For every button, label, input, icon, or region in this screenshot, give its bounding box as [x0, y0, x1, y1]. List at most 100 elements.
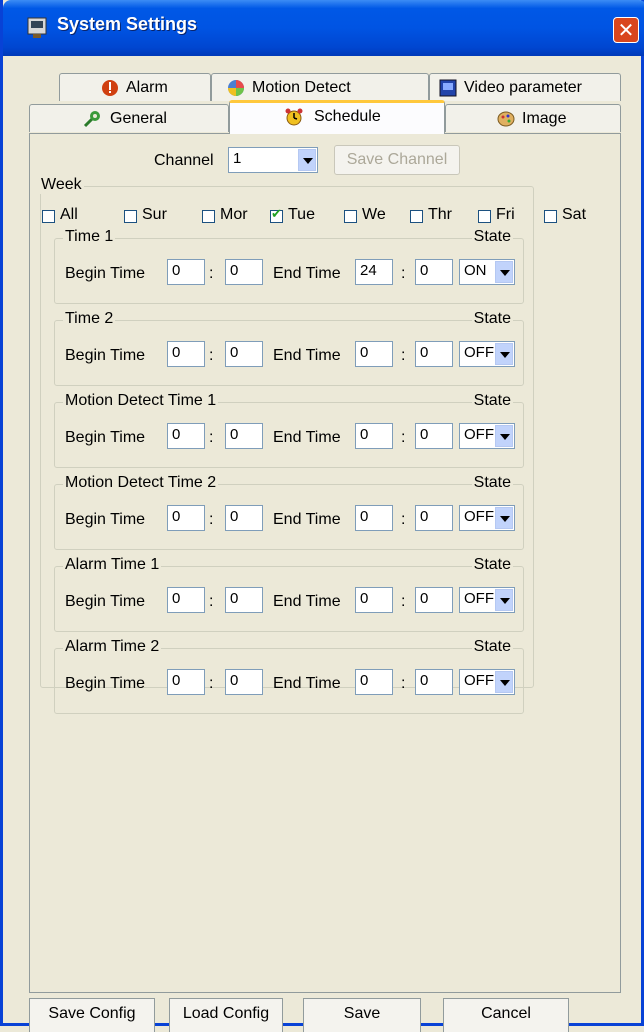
end-minute-input[interactable]: 0	[415, 341, 453, 367]
end-hour-input[interactable]: 0	[355, 505, 393, 531]
day-checkbox[interactable]	[42, 210, 55, 223]
day-checkbox-label: Thr	[428, 206, 452, 223]
tab-alarm-label: Alarm	[126, 79, 168, 96]
close-button[interactable]: ✕	[613, 17, 639, 43]
save-button[interactable]: Save	[303, 998, 421, 1032]
time-group: Alarm Time 2 State Begin Time 0:0 End Time 0:…	[54, 638, 524, 714]
tab-row-front: General Schedule Image	[29, 100, 621, 134]
begin-minute-input[interactable]: 0	[225, 259, 263, 285]
week-title: Week	[39, 176, 84, 194]
tab-schedule-label: Schedule	[314, 108, 381, 125]
state-select[interactable]: OFF	[459, 505, 515, 531]
day-checkbox[interactable]	[124, 210, 137, 223]
chevron-down-icon[interactable]	[495, 507, 513, 529]
window-title: System Settings	[57, 14, 198, 34]
end-minute-input[interactable]: 0	[415, 259, 453, 285]
end-time-label: End Time	[273, 429, 341, 446]
end-hour-input[interactable]: 0	[355, 341, 393, 367]
begin-minute-input[interactable]: 0	[225, 341, 263, 367]
chevron-down-icon[interactable]	[495, 343, 513, 365]
end-minute-input[interactable]: 0	[415, 505, 453, 531]
state-label: State	[471, 638, 513, 656]
state-value: OFF	[464, 508, 494, 525]
end-time-label: End Time	[273, 675, 341, 692]
colon-separator: :	[209, 675, 214, 692]
state-select[interactable]: OFF	[459, 341, 515, 367]
end-minute-input[interactable]: 0	[415, 669, 453, 695]
time-group-title: Time 1	[63, 228, 116, 246]
state-value: OFF	[464, 672, 494, 689]
chevron-down-icon[interactable]	[495, 671, 513, 693]
time-group-title: Alarm Time 2	[63, 638, 162, 656]
tab-general-label: General	[110, 110, 167, 127]
day-checkbox[interactable]	[478, 210, 491, 223]
end-hour-input[interactable]: 0	[355, 669, 393, 695]
begin-time-label: Begin Time	[65, 265, 146, 282]
end-time-label: End Time	[273, 265, 341, 282]
title-bar[interactable]: System Settings ✕	[3, 0, 644, 56]
begin-hour-input[interactable]: 0	[167, 259, 205, 285]
day-checkbox-label: All	[60, 206, 78, 223]
motion-detect-icon	[228, 80, 244, 96]
tab-alarm[interactable]: Alarm	[59, 73, 211, 101]
state-value: OFF	[464, 426, 494, 443]
begin-hour-input[interactable]: 0	[167, 505, 205, 531]
begin-time-label: Begin Time	[65, 675, 146, 692]
state-value: OFF	[464, 344, 494, 361]
tab-motion-detect[interactable]: Motion Detect	[211, 73, 429, 101]
end-minute-input[interactable]: 0	[415, 423, 453, 449]
time-group-title: Motion Detect Time 1	[63, 392, 219, 410]
day-checkbox-label: We	[362, 206, 386, 223]
tab-motion-detect-label: Motion Detect	[252, 79, 351, 96]
end-hour-input[interactable]: 0	[355, 587, 393, 613]
begin-hour-input[interactable]: 0	[167, 341, 205, 367]
colon-separator: :	[209, 265, 214, 282]
day-checkbox[interactable]	[410, 210, 423, 223]
end-minute-input[interactable]: 0	[415, 587, 453, 613]
day-checkbox[interactable]	[270, 207, 283, 223]
save-channel-button[interactable]: Save Channel	[334, 145, 460, 175]
begin-minute-input[interactable]: 0	[225, 505, 263, 531]
state-value: OFF	[464, 590, 494, 607]
state-label: State	[471, 392, 513, 410]
day-checkbox[interactable]	[202, 210, 215, 223]
day-checkbox-label: Mor	[220, 206, 248, 223]
begin-minute-input[interactable]: 0	[225, 669, 263, 695]
time-group: Time 1 State Begin Time 0:0 End Time 24:0 ON	[54, 228, 524, 304]
begin-minute-input[interactable]: 0	[225, 587, 263, 613]
alarm-icon	[102, 80, 118, 96]
colon-separator: :	[401, 593, 406, 610]
tab-general[interactable]: General	[29, 104, 229, 132]
state-select[interactable]: OFF	[459, 669, 515, 695]
cancel-button[interactable]: Cancel	[443, 998, 569, 1032]
end-hour-input[interactable]: 0	[355, 423, 393, 449]
begin-time-label: Begin Time	[65, 593, 146, 610]
end-time-label: End Time	[273, 347, 341, 364]
day-checkbox[interactable]	[344, 210, 357, 223]
channel-select[interactable]: 1	[228, 147, 318, 173]
chevron-down-icon[interactable]	[298, 149, 316, 171]
chevron-down-icon[interactable]	[495, 589, 513, 611]
app-icon	[27, 17, 47, 38]
state-select[interactable]: ON	[459, 259, 515, 285]
load-config-button[interactable]: Load Config	[169, 998, 283, 1032]
state-select[interactable]: OFF	[459, 423, 515, 449]
tab-schedule[interactable]: Schedule	[229, 100, 445, 134]
day-checkbox[interactable]	[544, 210, 557, 223]
chevron-down-icon[interactable]	[495, 425, 513, 447]
colon-separator: :	[401, 265, 406, 282]
colon-separator: :	[209, 511, 214, 528]
end-hour-input[interactable]: 24	[355, 259, 393, 285]
save-config-button[interactable]: Save Config	[29, 998, 155, 1032]
begin-hour-input[interactable]: 0	[167, 423, 205, 449]
begin-hour-input[interactable]: 0	[167, 587, 205, 613]
chevron-down-icon[interactable]	[495, 261, 513, 283]
state-label: State	[471, 310, 513, 328]
begin-hour-input[interactable]: 0	[167, 669, 205, 695]
state-label: State	[471, 474, 513, 492]
tab-image[interactable]: Image	[445, 104, 621, 132]
state-select[interactable]: OFF	[459, 587, 515, 613]
begin-minute-input[interactable]: 0	[225, 423, 263, 449]
schedule-icon	[285, 108, 303, 126]
tab-video-parameter[interactable]: Video parameter	[429, 73, 621, 101]
